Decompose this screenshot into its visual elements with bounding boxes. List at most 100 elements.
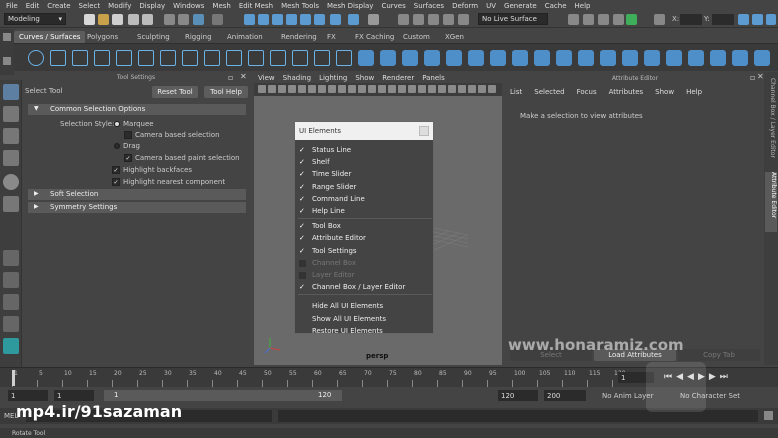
viewport-toolbar-icon[interactable] bbox=[338, 85, 346, 93]
menu-item-curves[interactable]: Curves bbox=[377, 2, 409, 10]
ui-element-item[interactable]: ✓ Tool Settings bbox=[295, 245, 433, 257]
shelf-tab-fx-caching[interactable]: FX Caching bbox=[350, 31, 399, 43]
symmetry-settings-section[interactable]: ▶ Symmetry Settings bbox=[28, 202, 246, 213]
ui-element-item[interactable]: ✓ Range Slider bbox=[295, 181, 433, 193]
cube-surface-icon[interactable] bbox=[380, 50, 396, 66]
float-panel-icon[interactable]: ▫ bbox=[750, 73, 755, 82]
viewport-toolbar-icon[interactable] bbox=[288, 85, 296, 93]
ui-elements-action-restore[interactable]: Restore UI Elements bbox=[295, 325, 433, 337]
ui-elements-action-show[interactable]: Show All UI Elements bbox=[295, 313, 433, 325]
extrude-surface-icon[interactable] bbox=[556, 50, 572, 66]
camera-based-paint-checkbox[interactable]: ✓ bbox=[124, 154, 132, 162]
detach-curve-icon[interactable] bbox=[204, 50, 220, 66]
snap-curve-icon[interactable] bbox=[258, 14, 269, 25]
sphere-surface-icon[interactable] bbox=[358, 50, 374, 66]
select-hierarchy-icon[interactable] bbox=[164, 14, 175, 25]
menu-item-mesh-tools[interactable]: Mesh Tools bbox=[277, 2, 323, 10]
select-object-icon[interactable] bbox=[178, 14, 189, 25]
project-curve-icon[interactable] bbox=[644, 50, 660, 66]
shelf-tab-xgen[interactable]: XGen bbox=[440, 31, 469, 43]
ui-element-item[interactable]: ✓ Time Slider bbox=[295, 168, 433, 180]
shelf-tab-animation[interactable]: Animation bbox=[222, 31, 268, 43]
select-tool-icon[interactable] bbox=[3, 84, 19, 100]
undo-icon[interactable] bbox=[128, 14, 139, 25]
viewport-toolbar-icon[interactable] bbox=[418, 85, 426, 93]
render-settings-icon[interactable] bbox=[428, 14, 439, 25]
viewport-menu-panels[interactable]: Panels bbox=[418, 74, 449, 82]
render-view-icon[interactable] bbox=[458, 14, 469, 25]
attribute-menu-attributes[interactable]: Attributes bbox=[609, 88, 656, 98]
attribute-editor-toggle-icon[interactable] bbox=[613, 14, 624, 25]
shelf-tab-custom[interactable]: Custom bbox=[398, 31, 435, 43]
common-selection-section[interactable]: ▼ Common Selection Options bbox=[28, 104, 246, 115]
square-surface-icon[interactable] bbox=[622, 50, 638, 66]
highlight-nearest-checkbox[interactable]: ✓ bbox=[112, 178, 120, 186]
popup-close-icon[interactable] bbox=[419, 126, 429, 136]
viewport-toolbar-icon[interactable] bbox=[408, 85, 416, 93]
four-view-layout-icon[interactable] bbox=[3, 272, 19, 288]
ui-element-item[interactable]: ✓ Channel Box / Layer Editor bbox=[295, 281, 433, 293]
bevel-surface-icon[interactable] bbox=[578, 50, 594, 66]
rotate-tool-icon[interactable] bbox=[3, 174, 19, 190]
start-frame-field[interactable]: 1 bbox=[8, 390, 48, 401]
viewport-toolbar-icon[interactable] bbox=[468, 85, 476, 93]
shelf-tab-polygons[interactable]: Polygons bbox=[82, 31, 123, 43]
modeling-toolkit-icon[interactable] bbox=[583, 14, 594, 25]
snap-center-icon[interactable] bbox=[314, 14, 325, 25]
viewport-toolbar-icon[interactable] bbox=[438, 85, 446, 93]
ep-curve-icon[interactable] bbox=[72, 50, 88, 66]
viewport-toolbar-icon[interactable] bbox=[268, 85, 276, 93]
paint-select-tool-icon[interactable] bbox=[3, 128, 19, 144]
menu-item-generate[interactable]: Generate bbox=[500, 2, 541, 10]
mode-dropdown[interactable]: Modeling ▾ bbox=[4, 13, 66, 25]
scale-tool-icon[interactable] bbox=[3, 196, 19, 212]
reset-tool-button[interactable]: Reset Tool bbox=[152, 86, 198, 98]
lasso-select-icon[interactable] bbox=[212, 14, 223, 25]
menu-item-edit-mesh[interactable]: Edit Mesh bbox=[235, 2, 277, 10]
ui-element-item[interactable]: ✓ Command Line bbox=[295, 193, 433, 205]
construction-history-icon[interactable] bbox=[348, 14, 359, 25]
channel-box-toggle-icon[interactable] bbox=[752, 14, 763, 25]
attach-curve-icon[interactable] bbox=[182, 50, 198, 66]
input-output-icon[interactable] bbox=[368, 14, 379, 25]
menu-item-help[interactable]: Help bbox=[571, 2, 595, 10]
viewport-toolbar-icon[interactable] bbox=[378, 85, 386, 93]
character-controls-icon[interactable] bbox=[598, 14, 609, 25]
persp-outliner-layout-icon[interactable] bbox=[3, 294, 19, 310]
attribute-editor-tab[interactable]: Attribute Editor bbox=[765, 172, 777, 232]
viewport-menu-renderer[interactable]: Renderer bbox=[378, 74, 418, 82]
marquee-radio[interactable] bbox=[114, 121, 120, 127]
ui-element-item[interactable]: ✓ Attribute Editor bbox=[295, 232, 433, 244]
highlight-backfaces-checkbox[interactable]: ✓ bbox=[112, 166, 120, 174]
snap-view-plane-icon[interactable] bbox=[286, 14, 297, 25]
menu-item-surfaces[interactable]: Surfaces bbox=[410, 2, 448, 10]
viewport-menu-lighting[interactable]: Lighting bbox=[315, 74, 351, 82]
copy-tab-button[interactable]: Copy Tab bbox=[678, 349, 760, 361]
snap-grid-icon[interactable] bbox=[244, 14, 255, 25]
snap-surface-icon[interactable] bbox=[300, 14, 311, 25]
menu-item-deform[interactable]: Deform bbox=[448, 2, 482, 10]
viewport-toolbar-icon[interactable] bbox=[448, 85, 456, 93]
menu-item-windows[interactable]: Windows bbox=[169, 2, 208, 10]
boundary-surface-icon[interactable] bbox=[600, 50, 616, 66]
viewport-toolbar-icon[interactable] bbox=[478, 85, 486, 93]
trim-surface-icon[interactable] bbox=[666, 50, 682, 66]
viewport-toolbar-icon[interactable] bbox=[298, 85, 306, 93]
menu-item-modify[interactable]: Modify bbox=[104, 2, 135, 10]
shelf-tab-curves-surfaces[interactable]: Curves / Surfaces bbox=[14, 31, 86, 43]
sculpt-geometry-icon[interactable] bbox=[732, 50, 748, 66]
viewport-menu-shading[interactable]: Shading bbox=[279, 74, 315, 82]
torus-surface-icon[interactable] bbox=[468, 50, 484, 66]
viewport-toolbar-icon[interactable] bbox=[358, 85, 366, 93]
viewport-toolbar-icon[interactable] bbox=[308, 85, 316, 93]
menu-item-mesh[interactable]: Mesh bbox=[208, 2, 234, 10]
menu-item-create[interactable]: Create bbox=[43, 2, 74, 10]
insert-knot-icon[interactable] bbox=[292, 50, 308, 66]
menu-item-uv[interactable]: UV bbox=[482, 2, 500, 10]
viewport-menu-show[interactable]: Show bbox=[351, 74, 378, 82]
y-field[interactable] bbox=[712, 14, 734, 25]
shelf-tab-rendering[interactable]: Rendering bbox=[276, 31, 322, 43]
absolute-transform-icon[interactable] bbox=[654, 14, 665, 25]
playback-end-field[interactable]: 120 bbox=[498, 390, 538, 401]
ui-element-item[interactable]: ✓ Tool Box bbox=[295, 220, 433, 232]
